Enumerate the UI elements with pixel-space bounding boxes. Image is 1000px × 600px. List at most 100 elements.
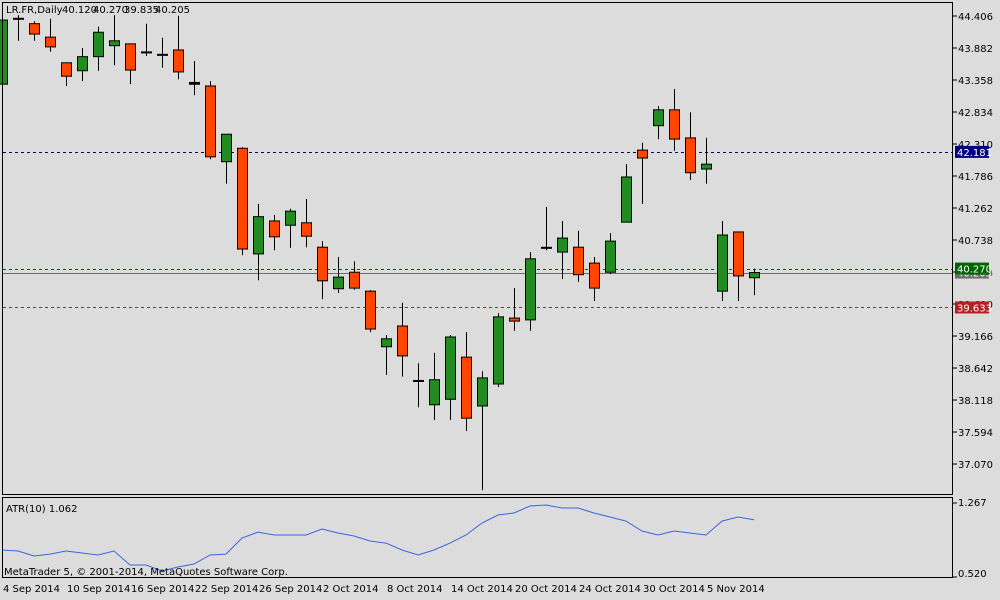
level-line-red-price-label: 39.633: [957, 303, 992, 314]
atr-line: [1, 504, 755, 572]
candle: [253, 203, 264, 281]
candle-body-bear: [205, 85, 216, 158]
candle-body-bear: [733, 231, 744, 277]
candle: [205, 81, 216, 160]
time-axis-label: 22 Sep 2014: [195, 584, 258, 595]
candle-body-bull: [493, 316, 504, 385]
candle-body-bull: [701, 163, 712, 170]
candle: [237, 147, 248, 256]
candle: [61, 62, 72, 86]
price-axis-label: 44.406: [958, 12, 993, 23]
candle-doji: [413, 379, 424, 382]
candle-body-bear: [637, 149, 648, 159]
candle: [333, 256, 344, 294]
ohlc-low: 39.835: [124, 5, 159, 16]
candle: [669, 89, 680, 151]
candle: [461, 332, 472, 432]
candle: [621, 164, 632, 223]
candle: [541, 206, 552, 251]
chart-title: LR.FR,Daily: [6, 5, 63, 16]
candle-body-bear: [301, 222, 312, 237]
candle-doji: [141, 51, 152, 54]
time-axis-label: 10 Sep 2014: [67, 584, 130, 595]
candle-body-bull: [525, 258, 536, 321]
candle-body-bear: [61, 62, 72, 77]
candle-doji: [189, 81, 200, 85]
candle-body-bull: [717, 234, 728, 292]
price-axis-label: 37.594: [958, 428, 993, 439]
candle: [221, 133, 232, 184]
time-axis-label: 2 Oct 2014: [323, 584, 378, 595]
candle: [717, 220, 728, 301]
candle: [589, 256, 600, 301]
candle-body-bull: [221, 133, 232, 163]
price-chart[interactable]: 44.40643.88243.35842.83442.31041.78641.2…: [0, 0, 1000, 600]
candle-body-bull: [605, 240, 616, 273]
candle: [0, 16, 8, 85]
candle-body-bear: [365, 290, 376, 330]
candle: [109, 15, 120, 66]
candle-body-bull: [77, 56, 88, 72]
candle-body-bull: [381, 338, 392, 348]
candle-body-bear: [349, 271, 360, 289]
candle: [349, 261, 360, 290]
time-axis-label: 24 Oct 2014: [579, 584, 641, 595]
copyright-text: MetaTrader 5, © 2001-2014, MetaQuotes So…: [4, 567, 288, 578]
candle-body-bull: [93, 31, 104, 58]
time-axis-label: 16 Sep 2014: [131, 584, 194, 595]
price-axis-label: 43.358: [958, 76, 993, 87]
level-line-blue-price-label: 42.181: [957, 148, 992, 159]
atr-axis-bottom: 0.520: [958, 569, 987, 580]
candle: [141, 23, 152, 57]
candle: [525, 252, 536, 331]
candle-body-bull: [285, 210, 296, 226]
candle-body-bull: [557, 237, 568, 253]
time-axis-label: 30 Oct 2014: [643, 584, 705, 595]
candle-body-bear: [29, 23, 40, 35]
candle: [285, 208, 296, 248]
candle-body-bear: [573, 246, 584, 276]
candle-body-bear: [685, 137, 696, 174]
candle: [733, 231, 744, 301]
candle-body-bull: [109, 40, 120, 47]
candle: [477, 371, 488, 491]
candle: [509, 288, 520, 331]
candle: [29, 21, 40, 41]
atr-axis-top: 1.267: [958, 498, 987, 509]
candle-body-bear: [173, 49, 184, 73]
candle-body-bull: [477, 377, 488, 407]
candle: [557, 220, 568, 279]
candle: [429, 352, 440, 421]
candle-body-bull: [621, 176, 632, 223]
price-axis-label: 38.642: [958, 364, 993, 375]
time-axis-label: 20 Oct 2014: [515, 584, 577, 595]
candle: [573, 230, 584, 283]
ohlc-close: 40.205: [155, 5, 190, 16]
candle: [301, 198, 312, 248]
time-axis-label: 14 Oct 2014: [451, 584, 513, 595]
candle: [317, 241, 328, 300]
candle-body-bear: [509, 317, 520, 322]
candle-body-bear: [397, 325, 408, 357]
candle-body-bear: [589, 262, 600, 289]
candle: [381, 335, 392, 375]
price-axis-label: 39.166: [958, 332, 993, 343]
atr-label: ATR(10) 1.062: [6, 504, 77, 515]
candle-body-bull: [333, 276, 344, 290]
candle: [269, 214, 280, 251]
candle: [13, 15, 24, 41]
candle-body-bull: [653, 109, 664, 127]
candle: [701, 137, 712, 184]
price-axis-label: 43.882: [958, 44, 993, 55]
main-panel-frame: [2, 2, 953, 495]
candle: [397, 302, 408, 377]
ohlc-open: 40.120: [62, 5, 97, 16]
candle: [685, 112, 696, 181]
candle-body-bear: [461, 356, 472, 419]
candle: [125, 43, 136, 85]
candle-body-bull: [749, 272, 760, 279]
candle-doji: [157, 53, 168, 56]
candle: [413, 363, 424, 408]
price-axis-label: 42.834: [958, 108, 993, 119]
time-axis-label: 26 Sep 2014: [259, 584, 322, 595]
